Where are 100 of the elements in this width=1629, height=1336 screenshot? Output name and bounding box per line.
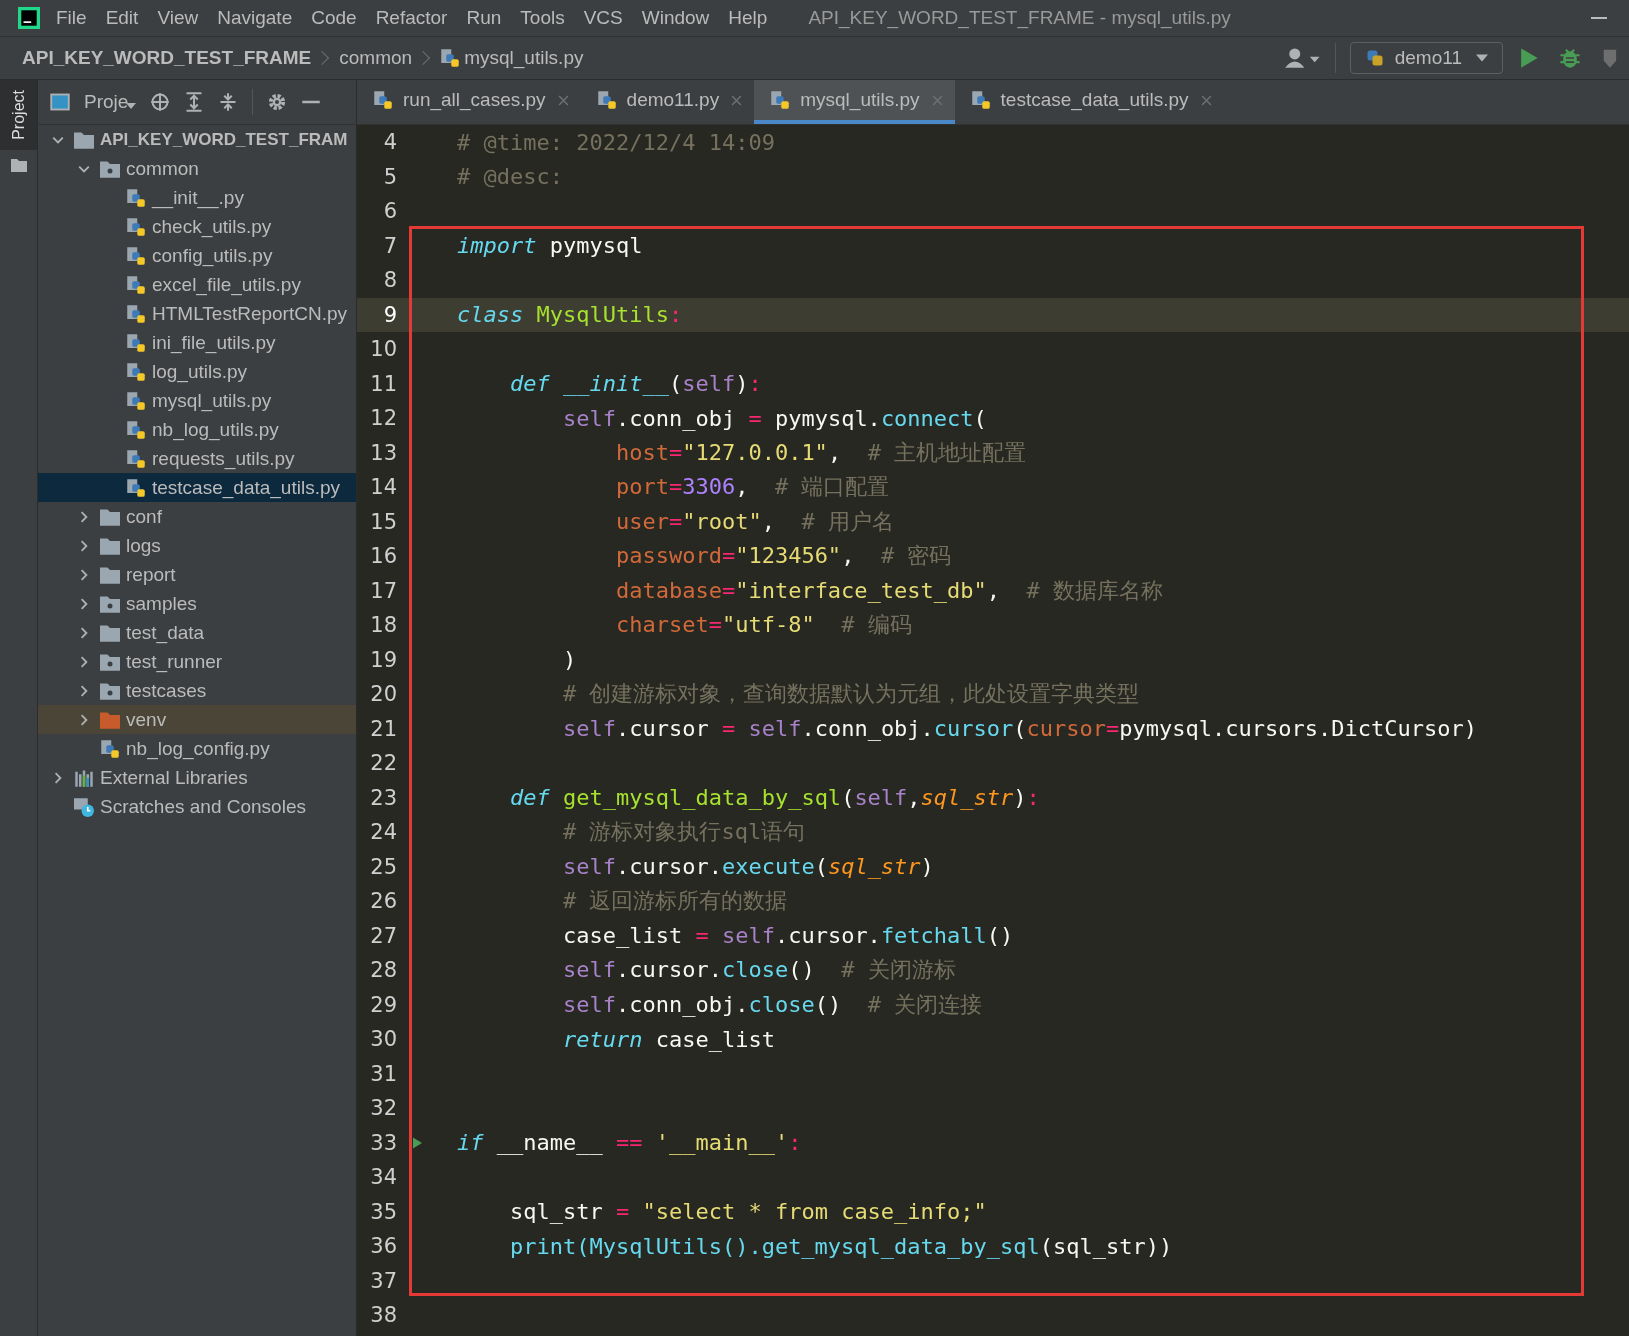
- chevron-icon[interactable]: [78, 539, 90, 552]
- menu-item[interactable]: File: [56, 7, 87, 29]
- menu-item[interactable]: VCS: [583, 7, 623, 29]
- editor-tab[interactable]: testcase_data_utils.py: [954, 80, 1224, 124]
- project-view-dropdown[interactable]: Proje: [84, 91, 137, 113]
- chevron-icon[interactable]: [78, 626, 90, 639]
- tree-item[interactable]: report: [38, 560, 356, 589]
- tree-item[interactable]: HTMLTestReportCN.py: [38, 299, 356, 328]
- tree-item[interactable]: Scratches and Consoles: [38, 792, 356, 821]
- code-line: import pymysql: [457, 233, 643, 259]
- line-number: 4: [382, 130, 397, 155]
- tree-item[interactable]: nb_log_utils.py: [38, 415, 356, 444]
- tree-item[interactable]: External Libraries: [38, 763, 356, 792]
- chevron-icon[interactable]: [78, 597, 90, 610]
- expand-all-icon[interactable]: [184, 92, 205, 112]
- python-file-icon: [126, 303, 146, 324]
- settings-icon[interactable]: [267, 92, 288, 112]
- menu-item[interactable]: Refactor: [375, 7, 448, 29]
- tree-item[interactable]: API_KEY_WORD_TEST_FRAM: [38, 125, 356, 154]
- tree-item[interactable]: logs: [38, 531, 356, 560]
- menu-item[interactable]: View: [157, 7, 199, 29]
- tree-item[interactable]: log_utils.py: [38, 357, 356, 386]
- chevron-icon[interactable]: [78, 568, 90, 581]
- code-line: user="root", # 用户名: [614, 507, 894, 536]
- tree-item[interactable]: testcase_data_utils.py: [38, 473, 356, 502]
- chevron-icon[interactable]: [52, 771, 64, 784]
- line-number: 6: [382, 199, 397, 224]
- python-file-icon: [126, 332, 146, 353]
- code-line: host="127.0.0.1", # 主机地址配置: [614, 438, 1027, 467]
- line-number: 31: [369, 1061, 397, 1086]
- menu-item[interactable]: Tools: [520, 7, 565, 29]
- editor-tab[interactable]: mysql_utils.py: [754, 80, 955, 124]
- tree-item[interactable]: __init__.py: [38, 183, 356, 212]
- python-file-icon: [126, 274, 146, 295]
- caret-icon: [1476, 54, 1488, 62]
- line-number: 20: [369, 682, 397, 707]
- code-line: def get_mysql_data_by_sql(self,sql_str):: [508, 785, 1040, 811]
- tree-item[interactable]: venv: [38, 705, 356, 734]
- menu-item[interactable]: Edit: [105, 7, 139, 29]
- project-tool-tab[interactable]: Project: [0, 80, 37, 150]
- caret-icon: [126, 103, 137, 109]
- folder-icon[interactable]: [10, 157, 27, 172]
- menu-item[interactable]: Help: [728, 7, 768, 29]
- line-number: 7: [382, 233, 397, 258]
- code-line: charset="utf-8" # 编码: [614, 611, 912, 640]
- menu-item[interactable]: Code: [311, 7, 357, 29]
- tree-item[interactable]: ini_file_utils.py: [38, 328, 356, 357]
- menu-item[interactable]: Window: [641, 7, 710, 29]
- line-number: 37: [369, 1268, 397, 1293]
- tree-item[interactable]: conf: [38, 502, 356, 531]
- chevron-icon[interactable]: [78, 510, 90, 523]
- run-marker-icon[interactable]: [413, 1136, 422, 1149]
- line-number: 32: [369, 1096, 397, 1121]
- tree-item[interactable]: excel_file_utils.py: [38, 270, 356, 299]
- user-icon[interactable]: [1284, 47, 1321, 69]
- tree-item[interactable]: test_runner: [38, 647, 356, 676]
- breadcrumb-item[interactable]: common: [339, 47, 413, 69]
- crosshair-icon[interactable]: [150, 92, 171, 112]
- line-number: 16: [369, 544, 397, 569]
- line-number: 9: [382, 302, 397, 327]
- chevron-icon[interactable]: [78, 713, 90, 726]
- menu-item[interactable]: Navigate: [217, 7, 293, 29]
- run-configuration-dropdown[interactable]: demo11: [1349, 42, 1503, 74]
- bug-icon[interactable]: [1559, 47, 1581, 69]
- chevron-icon[interactable]: [78, 655, 90, 668]
- breadcrumb-item[interactable]: mysql_utils.py: [464, 47, 584, 69]
- breadcrumb-item[interactable]: API_KEY_WORD_TEST_FRAME: [22, 47, 312, 69]
- tree-item[interactable]: testcases: [38, 676, 356, 705]
- line-number: 29: [369, 992, 397, 1017]
- tree-item[interactable]: requests_utils.py: [38, 444, 356, 473]
- line-number: 13: [369, 440, 397, 465]
- code-line: if __name__ == '__main__':: [457, 1130, 802, 1156]
- tree-item[interactable]: mysql_utils.py: [38, 386, 356, 415]
- code-line: self.cursor.execute(sql_str): [561, 854, 934, 880]
- line-number: 25: [369, 854, 397, 879]
- window-icon: [50, 92, 70, 112]
- tree-item[interactable]: config_utils.py: [38, 241, 356, 270]
- line-number: 18: [369, 613, 397, 638]
- tree-item[interactable]: samples: [38, 589, 356, 618]
- tree-item[interactable]: nb_log_config.py: [38, 734, 356, 763]
- python-file-icon: [126, 448, 146, 469]
- editor-tab[interactable]: demo11.py: [580, 80, 755, 124]
- chevron-icon[interactable]: [78, 684, 90, 697]
- code-line: # @desc:: [457, 164, 563, 190]
- line-number: 11: [369, 371, 397, 396]
- tree-item[interactable]: common: [38, 154, 356, 183]
- python-file-icon: [126, 187, 146, 208]
- tree-item[interactable]: check_utils.py: [38, 212, 356, 241]
- python-file-icon: [126, 419, 146, 440]
- code-line: print(MysqlUtils().get_mysql_data_by_sql(sql_str)): [508, 1233, 1173, 1259]
- tree-item[interactable]: test_data: [38, 618, 356, 647]
- editor-tab[interactable]: run_all_cases.py: [357, 80, 581, 124]
- python-file-icon: [126, 477, 146, 498]
- collapse-all-icon[interactable]: [218, 92, 239, 112]
- line-number: 23: [369, 785, 397, 810]
- line-number: 21: [369, 716, 397, 741]
- menu-item[interactable]: Run: [466, 7, 502, 29]
- line-number: 22: [369, 751, 397, 776]
- python-file-icon: [126, 390, 146, 411]
- code-line: self.conn_obj = pymysql.connect(: [561, 405, 987, 431]
